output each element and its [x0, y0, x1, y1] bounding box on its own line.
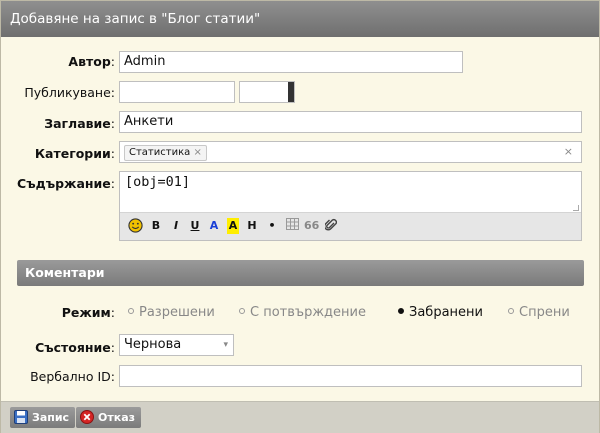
state-label: Състояние:	[35, 340, 115, 355]
heading-button[interactable]: H	[246, 218, 258, 234]
cancel-icon	[80, 410, 94, 424]
mode-radio-forbidden[interactable]: Забранени	[398, 305, 483, 320]
table-icon[interactable]	[285, 218, 299, 234]
author-field[interactable]: Admin	[119, 51, 463, 73]
chevron-down-icon: ▾	[223, 340, 228, 350]
quote-button[interactable]: 66	[304, 218, 319, 234]
save-button[interactable]: Запис	[10, 407, 76, 428]
italic-button[interactable]: I	[170, 218, 182, 234]
publish-label: Публикуване:	[24, 85, 115, 100]
bold-button[interactable]: B	[150, 218, 162, 234]
mode-radio-stopped[interactable]: Спрени	[508, 305, 570, 320]
content-label: Съдържание:	[17, 176, 115, 191]
highlight-button[interactable]: A	[227, 218, 239, 234]
smiley-icon[interactable]	[127, 218, 143, 234]
categories-field[interactable]: Статистика × ×	[119, 141, 582, 163]
time-spinner-button[interactable]	[288, 82, 294, 102]
dialog-title: Добавяне на запис в "Блог статии"	[1, 1, 599, 37]
verbal-id-label: Вербално ID:	[30, 369, 115, 384]
comments-section-header[interactable]: Коментари	[17, 260, 584, 286]
publish-date-field[interactable]	[119, 81, 235, 103]
author-label: Автор:	[68, 54, 115, 69]
title-label: Заглавие:	[44, 116, 115, 131]
radio-icon	[128, 308, 134, 314]
category-tag: Статистика ×	[124, 145, 207, 161]
editor-toolbar: B I U A A H • 66	[120, 212, 581, 240]
underline-button[interactable]: U	[189, 218, 201, 234]
radio-icon	[508, 308, 514, 314]
publish-time-field[interactable]	[239, 81, 295, 103]
clear-categories-icon[interactable]: ×	[564, 142, 573, 162]
content-editor[interactable]: [obj=01] B I U A A H • 66	[119, 171, 582, 241]
bullet-list-button[interactable]: •	[266, 218, 278, 234]
categories-label: Категории:	[34, 146, 115, 161]
resize-handle[interactable]	[573, 205, 579, 211]
verbal-id-field[interactable]	[119, 365, 582, 387]
mode-radio-confirmation[interactable]: С потвърждение	[239, 305, 366, 320]
title-field[interactable]: Анкети	[119, 111, 582, 133]
radio-icon	[239, 308, 245, 314]
text-color-button[interactable]: A	[208, 218, 220, 234]
cancel-button[interactable]: Отказ	[76, 407, 142, 428]
floppy-disk-icon	[14, 410, 28, 424]
radio-selected-icon	[398, 308, 404, 314]
mode-label: Режим:	[61, 305, 115, 320]
dialog-footer: Запис Отказ	[1, 401, 599, 433]
attachment-icon[interactable]	[323, 218, 338, 234]
tag-remove-icon[interactable]: ×	[193, 147, 201, 158]
add-record-dialog: Добавяне на запис в "Блог статии" Автор:…	[0, 0, 600, 433]
mode-radio-allowed[interactable]: Разрешени	[128, 305, 215, 320]
content-text[interactable]: [obj=01]	[125, 174, 190, 190]
state-select[interactable]: Чернова ▾	[119, 334, 234, 356]
